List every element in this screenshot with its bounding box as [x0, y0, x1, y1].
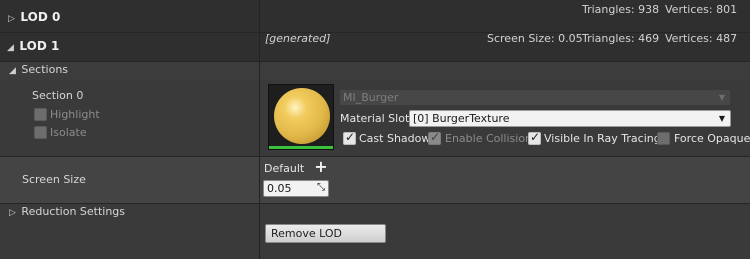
collapsed-arrow-icon: ▷ — [8, 14, 15, 24]
dropdown-arrow-icon: ▼ — [718, 114, 725, 123]
material-name: MI_Burger — [343, 91, 399, 104]
sections-title: Sections — [21, 63, 69, 76]
resize-arrows-icon: ⤡ — [317, 182, 325, 193]
lod0-title: LOD 0 — [20, 10, 61, 24]
lod1-toggle[interactable]: ◢ LOD 1 — [7, 39, 59, 53]
lod1-screen-size: Screen Size: 0.05 — [487, 32, 583, 45]
enable-collision-checkbox[interactable] — [428, 130, 441, 145]
isolate-label: Isolate — [50, 126, 87, 139]
column-divider — [259, 0, 260, 259]
material-slot-value: [0] BurgerTexture — [413, 112, 510, 125]
force-opaque-checkbox[interactable] — [657, 132, 670, 145]
platform-default-label: Default — [264, 162, 305, 175]
lod0-vertices: Vertices: 801 — [665, 3, 738, 16]
collapsed-arrow-icon: ▷ — [9, 208, 16, 218]
screen-size-value: 0.05 — [267, 182, 292, 195]
reduction-settings-label: Reduction Settings — [21, 205, 126, 218]
reduction-settings-toggle[interactable]: ▷ Reduction Settings — [9, 205, 125, 218]
screen-size-label: Screen Size — [22, 173, 86, 186]
expanded-arrow-icon: ◢ — [9, 66, 16, 76]
screen-size-input[interactable]: 0.05 ⤡ — [263, 180, 329, 197]
cast-shadow-label: Cast Shadow — [359, 132, 431, 145]
visible-in-ray-tracing-label: Visible In Ray Tracing — [544, 132, 661, 145]
sections-row-bg — [0, 61, 750, 80]
remove-lod-button[interactable]: Remove LOD — [265, 224, 386, 243]
enable-collision-label: Enable Collision — [445, 132, 533, 145]
lod0-toggle[interactable]: ▷ LOD 0 — [8, 10, 60, 24]
plus-icon: + — [314, 157, 328, 176]
add-platform-override-button[interactable]: + — [314, 159, 328, 175]
screen-size-row-bg — [0, 156, 750, 203]
highlight-label: Highlight — [50, 108, 100, 121]
material-slot-dropdown[interactable]: [0] BurgerTexture ▼ — [409, 110, 731, 127]
isolate-checkbox[interactable] — [34, 126, 47, 139]
lod1-title: LOD 1 — [19, 39, 60, 53]
highlight-checkbox[interactable] — [34, 108, 47, 121]
force-opaque-label: Force Opaque — [674, 132, 750, 145]
dropdown-arrow-icon: ▼ — [718, 93, 725, 102]
material-type-indicator — [269, 146, 333, 149]
expanded-arrow-icon: ◢ — [7, 43, 14, 53]
lod0-triangles: Triangles: 938 — [582, 3, 660, 16]
lod1-generated: [generated] — [265, 32, 331, 45]
material-slot-label: Material Slot — [340, 112, 410, 125]
visible-in-ray-tracing-checkbox[interactable] — [528, 130, 541, 145]
remove-lod-label: Remove LOD — [271, 227, 343, 240]
section-label: Section 0 — [32, 89, 84, 102]
material-name-dropdown[interactable]: MI_Burger ▼ — [339, 89, 731, 106]
lod1-triangles: Triangles: 469 — [582, 32, 660, 45]
material-sphere — [274, 88, 330, 144]
sections-toggle[interactable]: ◢ Sections — [9, 63, 68, 76]
material-thumbnail[interactable] — [268, 84, 334, 150]
cast-shadow-checkbox[interactable] — [343, 130, 356, 145]
lod1-vertices: Vertices: 487 — [665, 32, 738, 45]
